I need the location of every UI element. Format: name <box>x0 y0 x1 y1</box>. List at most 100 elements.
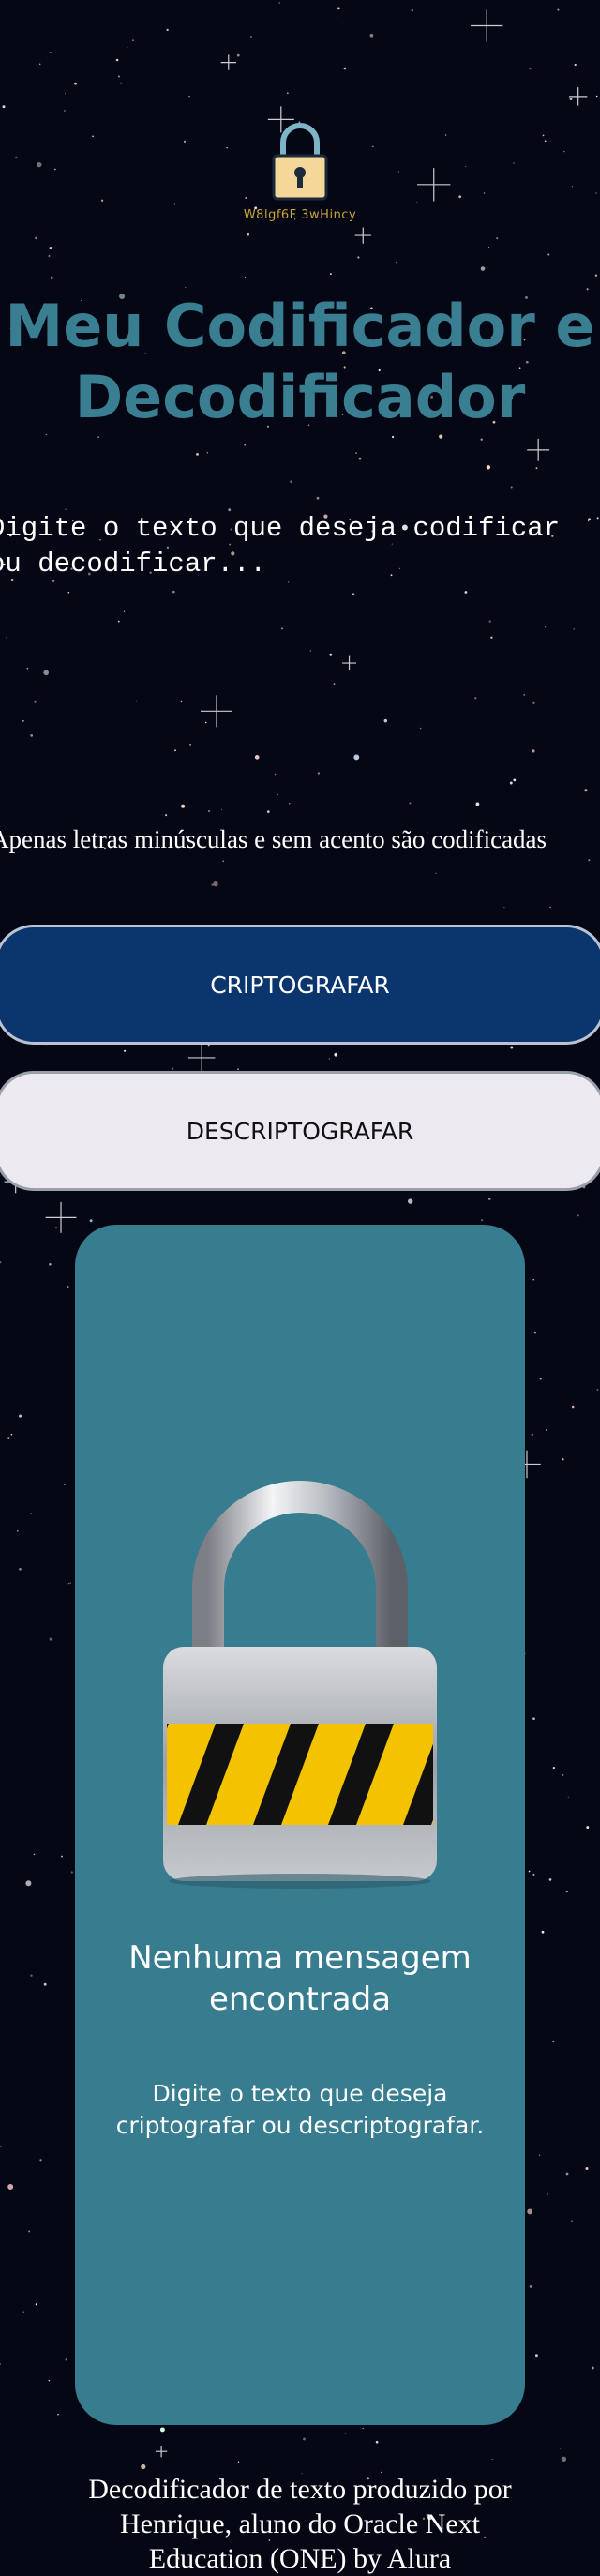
star-flare <box>568 87 588 106</box>
star <box>503 906 505 909</box>
star <box>22 2311 25 2313</box>
star <box>596 1389 599 1391</box>
star <box>249 36 252 38</box>
star <box>328 1058 330 1060</box>
star <box>39 2159 42 2162</box>
star <box>141 2463 146 2470</box>
star <box>237 1068 239 1070</box>
star <box>375 2440 379 2444</box>
star <box>513 778 517 782</box>
star <box>49 52 52 53</box>
star <box>435 872 437 874</box>
star <box>35 2303 38 2306</box>
star <box>17 1529 19 1532</box>
star <box>594 274 598 277</box>
star <box>196 452 199 456</box>
star <box>254 755 260 760</box>
star <box>439 434 443 439</box>
star <box>358 457 362 460</box>
star <box>595 95 598 98</box>
star <box>407 1198 413 1204</box>
star <box>486 465 491 470</box>
star <box>185 287 187 289</box>
star <box>274 773 277 776</box>
star <box>165 814 168 817</box>
star <box>532 1873 535 1876</box>
star <box>475 802 480 806</box>
star <box>353 754 360 761</box>
star-flare <box>220 54 236 70</box>
hint: Apenas letras minúsculas e sem acento sã… <box>0 825 547 854</box>
star <box>369 33 374 38</box>
star <box>565 1890 568 1893</box>
star <box>33 1853 36 1856</box>
star <box>61 1855 63 1858</box>
star <box>496 237 499 240</box>
star <box>586 1826 590 1830</box>
star <box>569 98 573 100</box>
star <box>592 2366 594 2370</box>
star <box>115 58 119 62</box>
star <box>67 1285 69 1288</box>
star <box>549 906 551 909</box>
star <box>8 2184 14 2190</box>
star <box>49 1637 52 1641</box>
star <box>562 1774 564 1776</box>
padlock-icon <box>272 123 328 201</box>
star <box>188 95 190 98</box>
star-flare <box>155 2446 168 2458</box>
star <box>38 63 41 66</box>
star <box>220 808 223 810</box>
star <box>189 744 191 746</box>
star <box>480 438 483 441</box>
star <box>48 254 51 258</box>
star <box>74 82 77 85</box>
star <box>538 2154 541 2156</box>
star <box>120 82 123 84</box>
star <box>159 2427 165 2433</box>
star <box>51 276 53 279</box>
star <box>357 256 360 259</box>
star <box>577 1214 579 1217</box>
star <box>567 1796 569 1798</box>
empty-message-title: Nenhuma mensagem encontrada <box>128 1939 472 2018</box>
star <box>510 1046 514 1049</box>
star <box>30 1974 33 1977</box>
star <box>317 772 321 775</box>
star <box>529 2284 532 2288</box>
star <box>0 1260 2 1264</box>
star <box>362 2427 364 2430</box>
star <box>409 802 412 805</box>
star <box>480 266 486 271</box>
hint-text: Apenas letras minúsculas e sem acento sã… <box>0 825 548 853</box>
star <box>532 749 535 753</box>
star <box>49 1262 52 1266</box>
star <box>278 2 280 4</box>
star <box>30 1513 32 1515</box>
star <box>70 1871 73 1874</box>
star <box>0 2145 2 2147</box>
logo: W8lgf6F 3wHincy <box>0 113 600 234</box>
star <box>481 1219 484 1222</box>
star <box>334 1052 338 1057</box>
decrypt-button[interactable]: DESCRIPTOGRAFAR <box>0 1071 600 1191</box>
star <box>43 1982 47 1986</box>
text-input[interactable] <box>0 511 600 727</box>
star <box>571 1405 575 1409</box>
star <box>585 2167 589 2170</box>
star <box>28 2230 31 2233</box>
encrypt-button[interactable]: CRIPTOGRAFAR <box>0 925 600 1045</box>
star <box>289 803 291 805</box>
star <box>552 1767 555 1770</box>
star <box>124 1049 127 1052</box>
star <box>89 1219 93 1223</box>
star <box>562 1458 564 1461</box>
star <box>539 1378 542 1380</box>
star <box>528 1870 531 1873</box>
star <box>65 508 67 510</box>
star <box>127 46 128 49</box>
star <box>343 67 347 70</box>
star <box>561 2456 567 2462</box>
page-title: Meu Codificador e Decodificador <box>5 292 595 431</box>
star-flare <box>188 1044 216 1072</box>
